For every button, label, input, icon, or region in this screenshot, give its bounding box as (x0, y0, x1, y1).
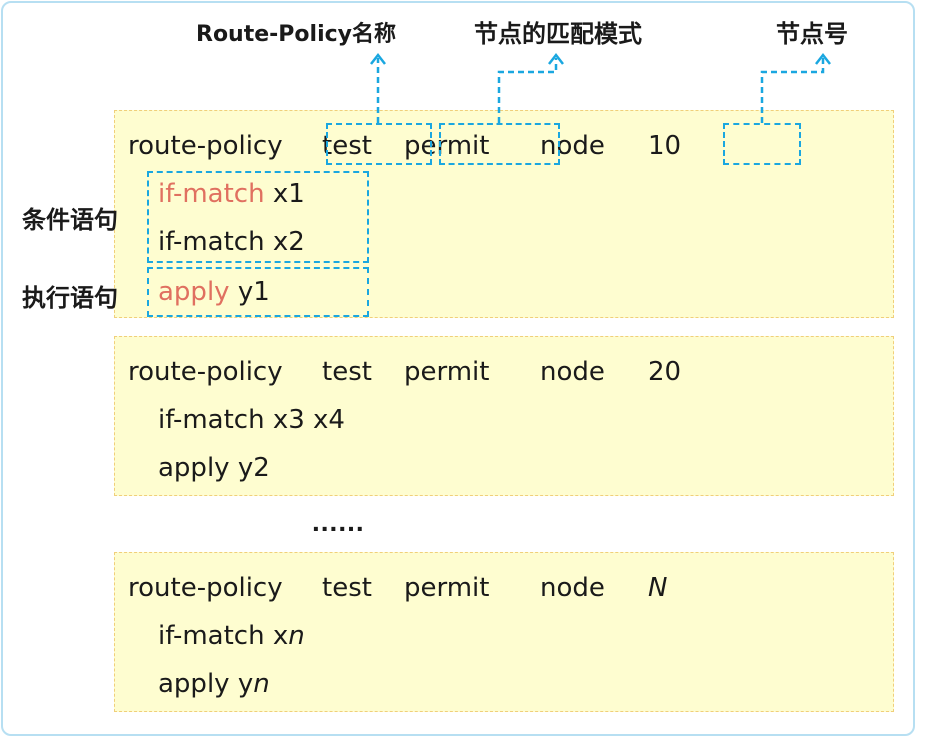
block3-node-kw: node (540, 573, 605, 603)
block2-node-num: 20 (648, 357, 682, 387)
arrow-node-number (760, 58, 825, 123)
arrow-match-mode (497, 58, 558, 123)
block3-route-policy: route-policy (128, 573, 283, 603)
apply-prefix: apply y (158, 669, 254, 699)
condition-var: n (288, 621, 305, 651)
block3-node-num: N (648, 573, 668, 603)
block3-apply: apply yn (158, 669, 270, 699)
block2-condition: if-match x3 x4 (158, 405, 345, 435)
block2-mode: permit (404, 357, 490, 387)
block2-route-policy: route-policy (128, 357, 283, 387)
block3-mode: permit (404, 573, 490, 603)
block2-name: test (322, 357, 372, 387)
block3-condition: if-match xn (158, 621, 305, 651)
apply-var: n (253, 669, 270, 699)
block2-apply: apply y2 (158, 453, 270, 483)
block2-node-kw: node (540, 357, 605, 387)
block3-name: test (322, 573, 372, 603)
condition-prefix: if-match x (158, 621, 289, 651)
ellipsis: ...... (312, 506, 365, 537)
